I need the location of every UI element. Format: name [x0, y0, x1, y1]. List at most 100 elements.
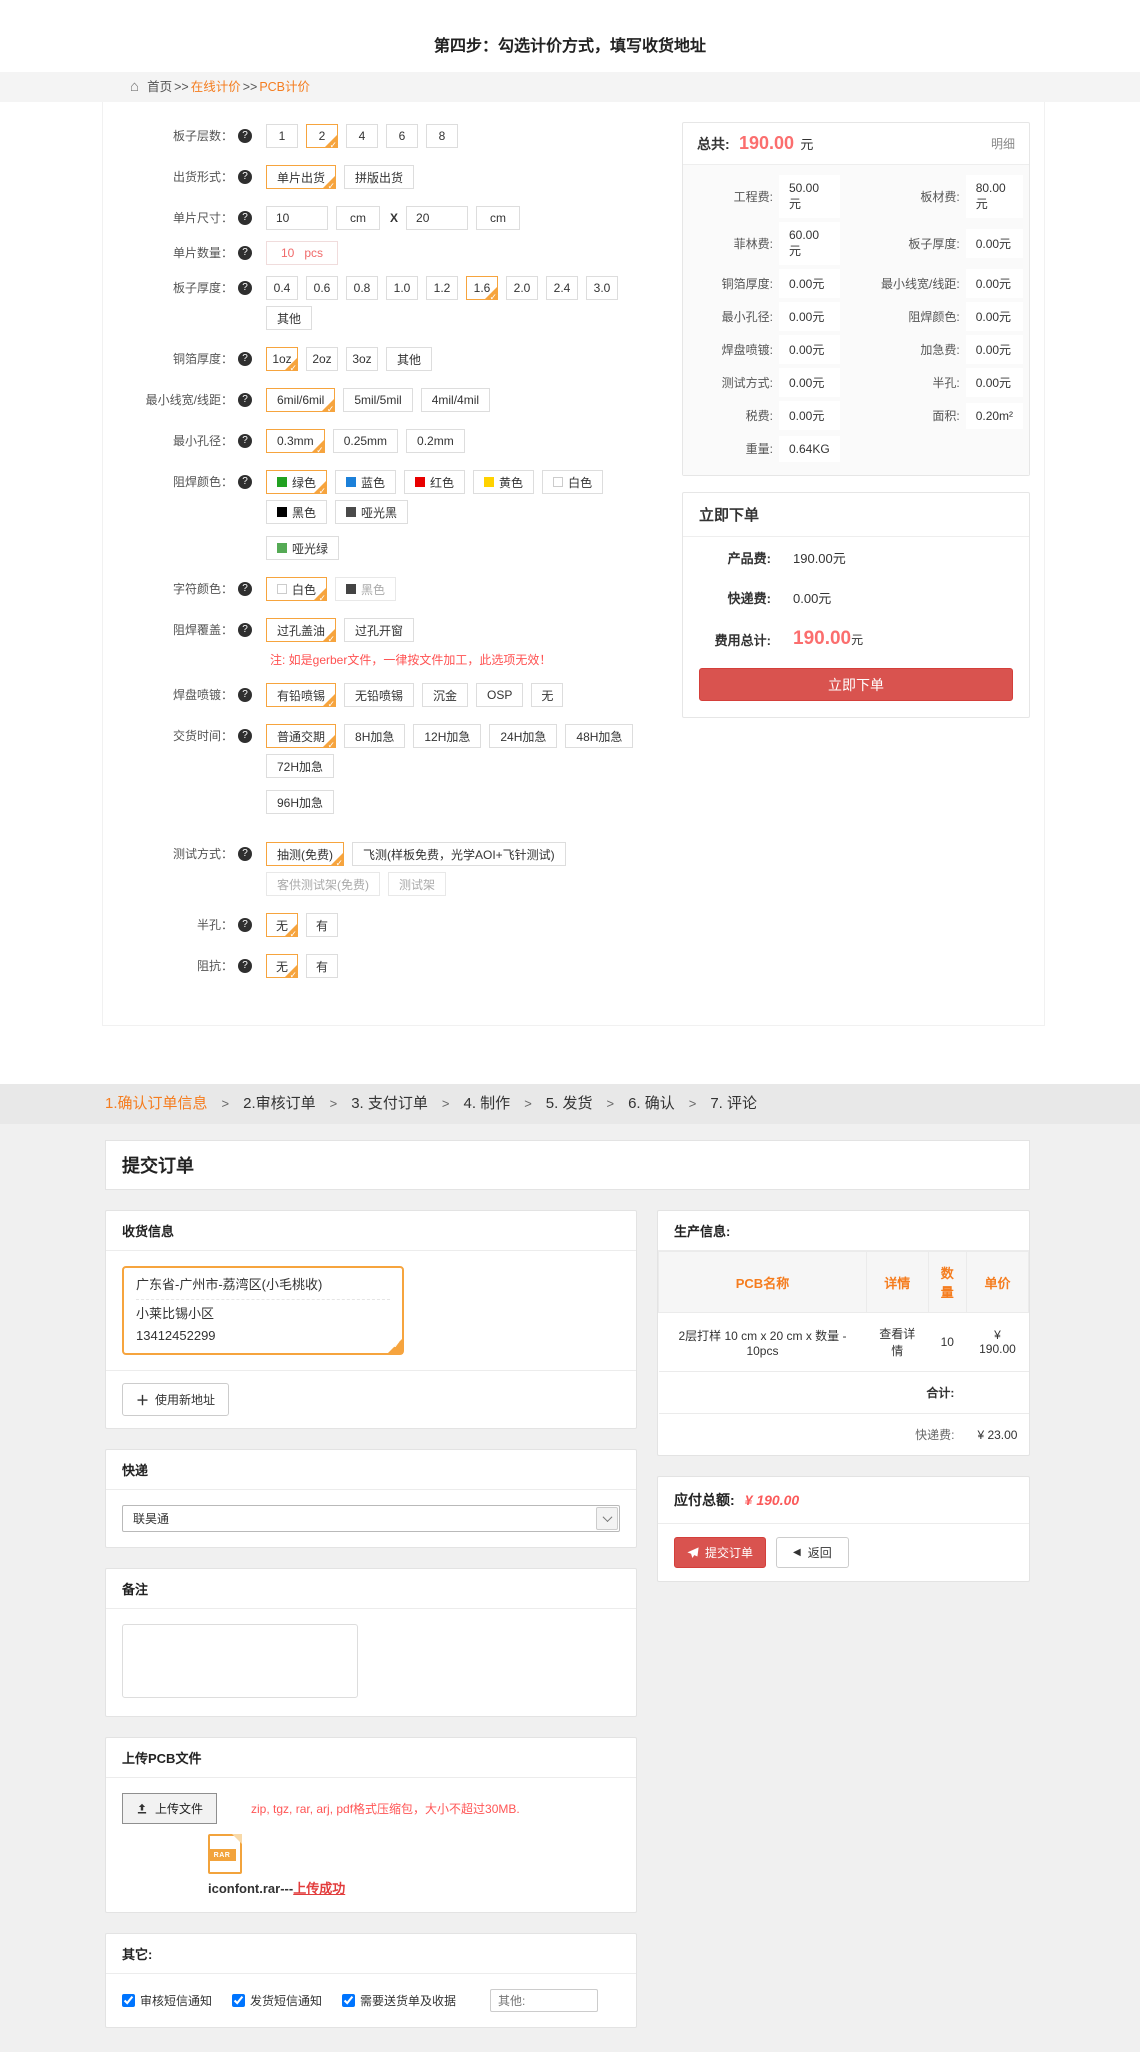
option[interactable]: 4 [346, 124, 378, 148]
option[interactable]: 绿色 [266, 470, 327, 494]
option[interactable]: 3.0 [586, 276, 618, 300]
help-icon[interactable]: ? [238, 729, 252, 743]
option[interactable]: 过孔盖油 [266, 618, 336, 642]
option[interactable]: 有铅喷锡 [266, 683, 336, 707]
option[interactable]: 无 [266, 954, 298, 978]
checkbox-input[interactable] [122, 1994, 135, 2007]
option[interactable]: OSP [476, 683, 523, 707]
help-icon[interactable]: ? [238, 475, 252, 489]
option[interactable]: 抽测(免费) [266, 842, 344, 866]
quantity-box[interactable]: 10pcs [266, 241, 338, 265]
option[interactable]: 过孔开窗 [344, 618, 414, 642]
option[interactable]: 1.0 [386, 276, 418, 300]
address-card[interactable]: 广东省-广州市-荔湾区(小毛桃收)小莱比锡小区13412452299 [122, 1266, 404, 1355]
breadcrumb-item[interactable]: 在线计价 [191, 80, 241, 94]
option[interactable]: 哑光黑 [335, 500, 408, 524]
option[interactable]: 2.4 [546, 276, 578, 300]
option[interactable]: 红色 [404, 470, 465, 494]
option[interactable]: 12H加急 [413, 724, 481, 748]
breadcrumb-item[interactable]: PCB计价 [259, 80, 310, 94]
checkbox-input[interactable] [232, 1994, 245, 2007]
breadcrumb-item[interactable]: 首页 [147, 80, 172, 94]
option[interactable]: 其他 [266, 306, 312, 330]
option[interactable]: 其他 [386, 347, 432, 371]
option[interactable]: 48H加急 [565, 724, 633, 748]
option[interactable]: 24H加急 [489, 724, 557, 748]
option[interactable]: 72H加急 [266, 754, 334, 778]
help-icon[interactable]: ? [238, 959, 252, 973]
option[interactable]: 6 [386, 124, 418, 148]
option[interactable]: 白色 [266, 577, 327, 601]
option[interactable]: 5mil/5mil [343, 388, 412, 412]
upload-file-button[interactable]: 上传文件 [122, 1793, 217, 1824]
option[interactable]: 蓝色 [335, 470, 396, 494]
view-detail-link[interactable]: 查看详情 [866, 1313, 928, 1372]
checkbox-input[interactable] [342, 1994, 355, 2007]
option[interactable]: 无 [531, 683, 563, 707]
new-address-button[interactable]: ＋ 使用新地址 [122, 1383, 229, 1416]
home-icon[interactable]: ⌂ [130, 72, 139, 102]
option[interactable]: 有 [306, 954, 338, 978]
submit-order-button[interactable]: 提交订单 [674, 1537, 766, 1568]
option[interactable]: 拼版出货 [344, 165, 414, 189]
option[interactable]: 0.8 [346, 276, 378, 300]
calc-row: 阻抗：?无有 [131, 954, 664, 984]
option[interactable]: 测试架 [388, 872, 446, 896]
option[interactable]: 客供测试架(免费) [266, 872, 380, 896]
option[interactable]: 有 [306, 913, 338, 937]
option[interactable]: 1 [266, 124, 298, 148]
back-button[interactable]: ◀ 返回 [776, 1537, 849, 1568]
help-icon[interactable]: ? [238, 170, 252, 184]
checkbox-option-2[interactable]: 发货短信通知 [232, 1992, 322, 2009]
help-icon[interactable]: ? [238, 129, 252, 143]
detail-link[interactable]: 明细 [991, 135, 1015, 152]
option[interactable]: 沉金 [422, 683, 468, 707]
option[interactable]: 1.2 [426, 276, 458, 300]
option[interactable]: 96H加急 [266, 790, 334, 814]
option[interactable]: 白色 [542, 470, 603, 494]
option[interactable]: 8H加急 [344, 724, 405, 748]
option[interactable]: 2 [306, 124, 338, 148]
order-now-button[interactable]: 立即下单 [699, 668, 1013, 701]
option[interactable]: 2oz [306, 347, 338, 371]
option[interactable]: 0.25mm [333, 429, 398, 453]
option[interactable]: 无 [266, 913, 298, 937]
option[interactable]: 单片出货 [266, 165, 336, 189]
option[interactable]: 1.6 [466, 276, 498, 300]
option[interactable]: 飞测(样板免费，光学AOI+飞针测试) [352, 842, 566, 866]
option[interactable]: 黄色 [473, 470, 534, 494]
other-input[interactable] [490, 1989, 598, 2012]
help-icon[interactable]: ? [238, 211, 252, 225]
option[interactable]: 0.2mm [406, 429, 465, 453]
option[interactable]: 3oz [346, 347, 378, 371]
option[interactable]: 1oz [266, 347, 298, 371]
height-input[interactable] [406, 206, 468, 230]
help-icon[interactable]: ? [238, 246, 252, 260]
option[interactable]: 0.6 [306, 276, 338, 300]
help-icon[interactable]: ? [238, 582, 252, 596]
help-icon[interactable]: ? [238, 434, 252, 448]
remark-textarea[interactable] [122, 1624, 358, 1698]
option[interactable]: 0.3mm [266, 429, 325, 453]
help-icon[interactable]: ? [238, 281, 252, 295]
option[interactable]: 8 [426, 124, 458, 148]
checkbox-option-3[interactable]: 需要送货单及收据 [342, 1992, 456, 2009]
option[interactable]: 无铅喷锡 [344, 683, 414, 707]
checkbox-option-1[interactable]: 审核短信通知 [122, 1992, 212, 2009]
option[interactable]: 6mil/6mil [266, 388, 335, 412]
option[interactable]: 哑光绿 [266, 536, 339, 560]
help-icon[interactable]: ? [238, 352, 252, 366]
express-select[interactable]: 联昊通 [122, 1505, 620, 1532]
help-icon[interactable]: ? [238, 847, 252, 861]
option[interactable]: 0.4 [266, 276, 298, 300]
option[interactable]: 普通交期 [266, 724, 336, 748]
option[interactable]: 4mil/4mil [421, 388, 490, 412]
help-icon[interactable]: ? [238, 918, 252, 932]
option[interactable]: 黑色 [335, 577, 396, 601]
help-icon[interactable]: ? [238, 623, 252, 637]
option[interactable]: 2.0 [506, 276, 538, 300]
option[interactable]: 黑色 [266, 500, 327, 524]
help-icon[interactable]: ? [238, 688, 252, 702]
help-icon[interactable]: ? [238, 393, 252, 407]
width-input[interactable] [266, 206, 328, 230]
